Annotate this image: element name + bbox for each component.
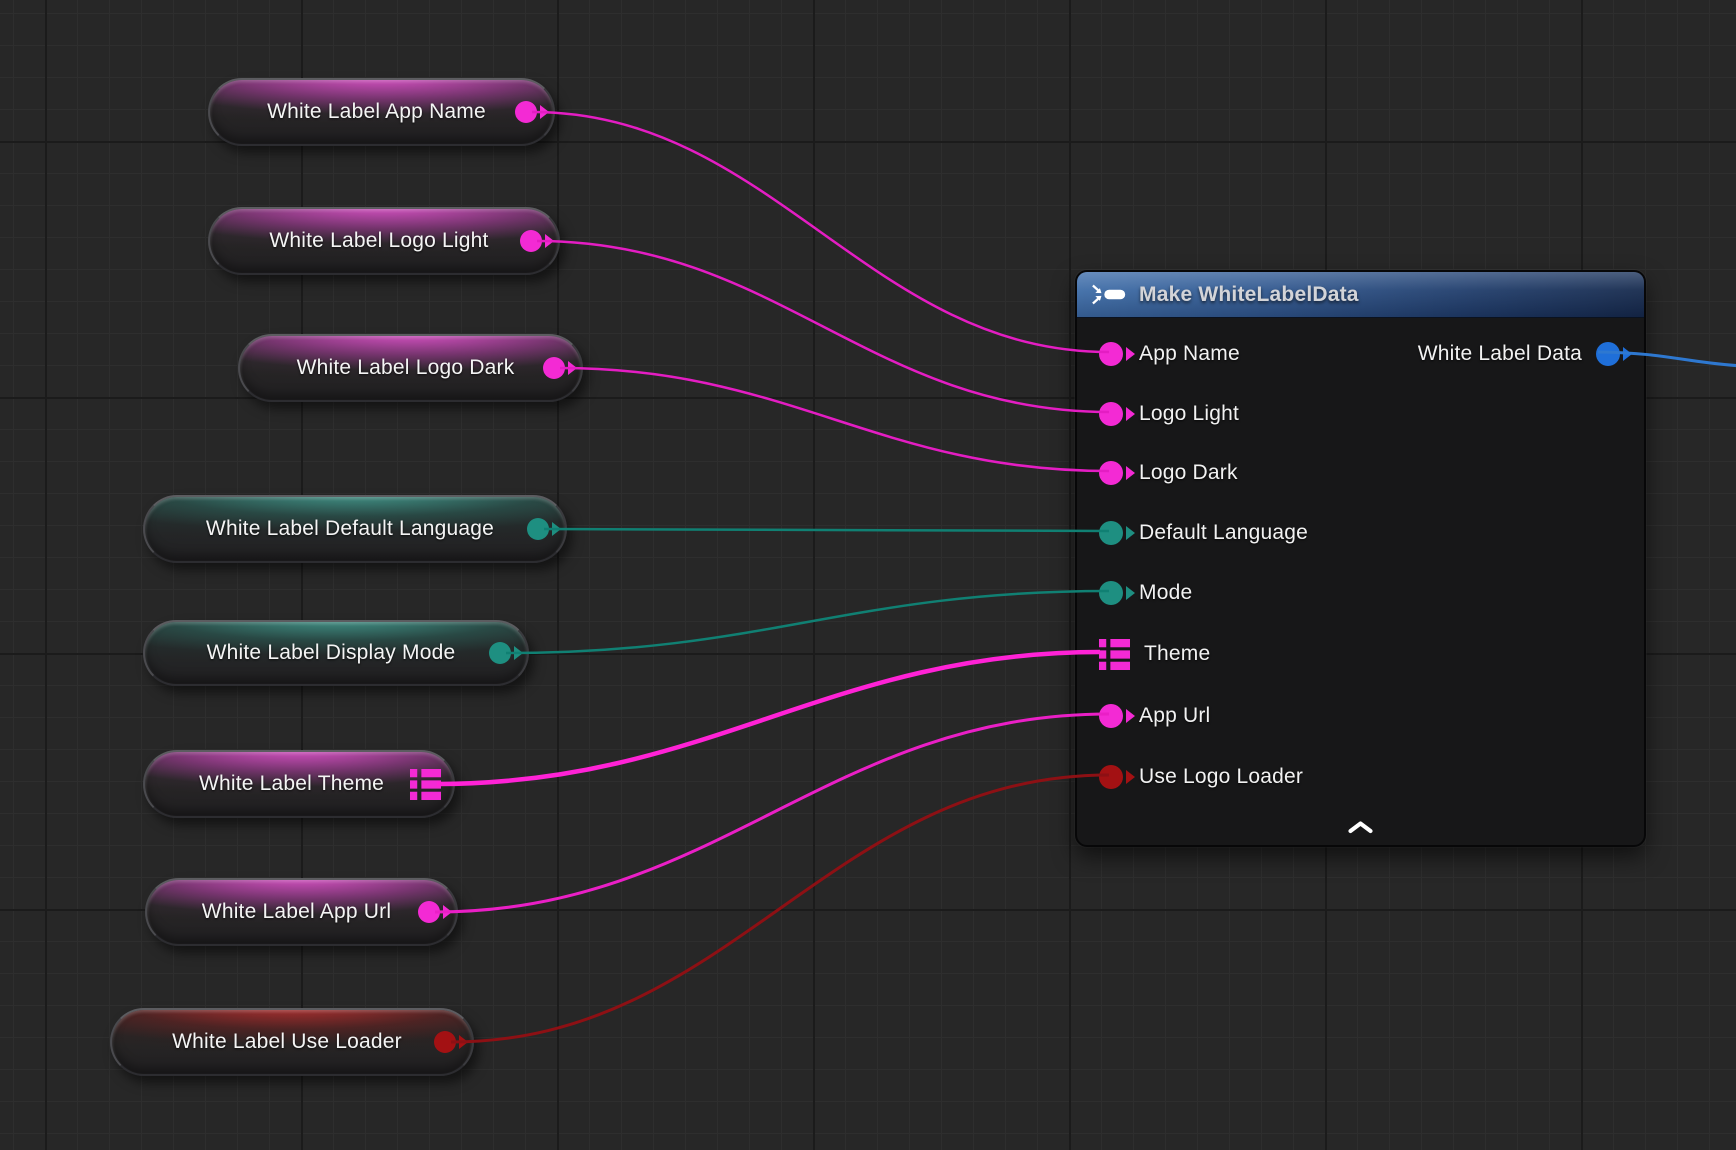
var-node-display-mode[interactable]: White Label Display Mode [143,620,529,686]
output-pin[interactable] [418,901,440,923]
output-pin[interactable] [543,357,565,379]
var-node-default-language[interactable]: White Label Default Language [143,495,567,563]
input-pin[interactable] [1099,461,1123,485]
pin-row-mode: Mode [1077,575,1644,611]
wire-app-name[interactable] [532,112,1109,352]
var-node-logo-dark[interactable]: White Label Logo Dark [238,334,583,402]
input-pin-label: Mode [1139,581,1192,605]
var-node-theme[interactable]: White Label Theme [143,750,455,818]
input-pin[interactable] [1099,704,1123,728]
var-node-use-loader[interactable]: White Label Use Loader [110,1008,474,1076]
input-pin-label: Logo Light [1139,402,1239,426]
pin-row-default-language: Default Language [1077,515,1644,551]
var-node-label: White Label Theme [185,772,398,796]
make-whitelabeldata-node[interactable]: Make WhiteLabelData White Label Data App… [1075,270,1646,847]
output-pin[interactable] [515,101,537,123]
input-pin-label: Theme [1144,642,1210,666]
pin-row-app-url: App Url [1077,698,1644,734]
output-pin[interactable] [489,642,511,664]
var-node-logo-light[interactable]: White Label Logo Light [208,207,560,275]
input-pin-label: Default Language [1139,521,1308,545]
wire-app-url[interactable] [435,714,1109,912]
wire-default-language[interactable] [544,529,1109,531]
chevron-up-icon [1347,820,1374,834]
pin-row-theme: Theme [1077,636,1644,672]
input-pin[interactable] [1099,342,1123,366]
pin-row-logo-light: Logo Light [1077,396,1644,432]
collapse-advanced-pins-button[interactable] [1341,817,1381,837]
var-node-label: White Label App Url [187,900,406,924]
input-pin-label: Use Logo Loader [1139,765,1303,789]
var-node-label: White Label Display Mode [185,641,477,665]
wire-use-loader[interactable] [451,775,1109,1042]
make-struct-icon [1091,283,1129,306]
wire-logo-light[interactable] [537,241,1109,412]
pin-row-use-logo-loader: Use Logo Loader [1077,759,1644,795]
input-pin[interactable] [1099,521,1123,545]
var-node-app-name[interactable]: White Label App Name [208,78,555,146]
input-pin-label: App Url [1139,704,1210,728]
var-node-label: White Label Logo Dark [280,356,531,380]
input-pin-label: App Name [1139,342,1240,366]
output-pin[interactable] [527,518,549,540]
output-pin[interactable] [520,230,542,252]
input-pin[interactable] [1099,402,1123,426]
input-pin-label: Logo Dark [1139,461,1238,485]
pin-row-app-name: App Name [1077,336,1644,372]
var-node-label: White Label App Name [250,100,503,124]
node-title: Make WhiteLabelData [1139,283,1359,307]
var-node-label: White Label Use Loader [152,1030,422,1054]
struct-pin-icon[interactable] [1099,639,1130,670]
var-node-label: White Label Logo Light [250,229,508,253]
node-header[interactable]: Make WhiteLabelData [1077,272,1644,318]
input-pin[interactable] [1099,765,1123,789]
output-pin[interactable] [434,1031,456,1053]
input-pin[interactable] [1099,581,1123,605]
wire-logo-dark[interactable] [560,368,1109,471]
var-node-app-url[interactable]: White Label App Url [145,878,458,946]
var-node-label: White Label Default Language [185,517,515,541]
wire-theme[interactable] [437,652,1100,784]
struct-pin-icon[interactable] [410,769,441,800]
blueprint-graph-canvas[interactable]: White Label App Name White Label Logo Li… [0,0,1736,1150]
pin-row-logo-dark: Logo Dark [1077,455,1644,491]
wire-display-mode[interactable] [506,591,1109,653]
